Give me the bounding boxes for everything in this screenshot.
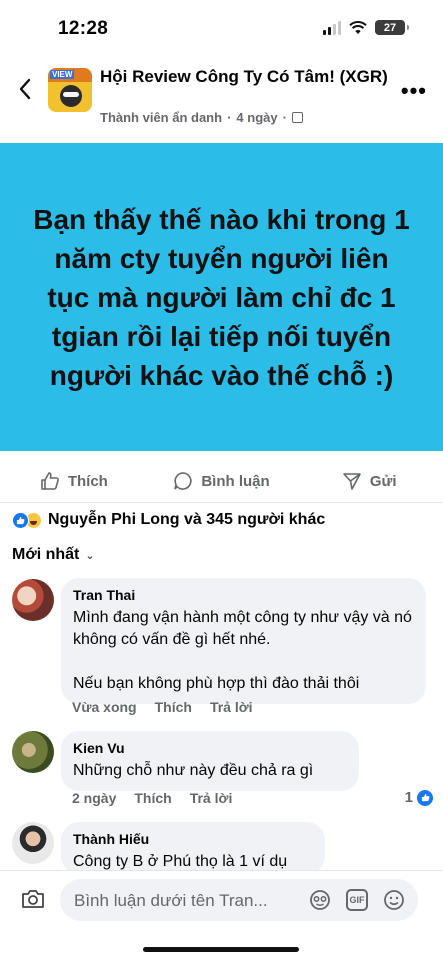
send-label: Gửi: [369, 472, 397, 490]
comment-like-count[interactable]: 1: [405, 789, 433, 806]
group-logo-tag: VIEW: [50, 70, 75, 79]
avatar[interactable]: [12, 731, 54, 773]
comment-like-button[interactable]: Thích: [134, 790, 171, 806]
sort-label: Mới nhất: [12, 546, 80, 563]
chevron-left-icon: [19, 78, 31, 100]
post-author[interactable]: Thành viên ẩn danh: [100, 110, 222, 125]
comment-button[interactable]: Bình luận: [148, 462, 296, 500]
comment-sort-dropdown[interactable]: Mới nhất ⌄: [12, 546, 95, 564]
incognito-icon: [60, 85, 82, 107]
cellular-signal-icon: [323, 20, 341, 35]
comment-text: Mình đang vận hành một công ty như vậy v…: [73, 609, 412, 692]
avatar-sticker-icon[interactable]: [308, 888, 332, 912]
emoji-icon[interactable]: [382, 888, 406, 912]
wifi-icon: [349, 20, 367, 34]
post-age[interactable]: 4 ngày: [236, 110, 277, 125]
battery-icon: 27: [375, 20, 409, 35]
home-indicator[interactable]: [143, 947, 299, 952]
comment-like-button[interactable]: Thích: [155, 699, 192, 715]
comment-actions: 2 ngày Thích Trả lời: [72, 790, 232, 806]
comment-actions: Vừa xong Thích Trả lời: [72, 699, 253, 715]
comment-label: Bình luận: [201, 472, 270, 490]
comment-bubble: Tran Thai Mình đang vận hành một công ty…: [61, 578, 426, 704]
comment-time: Vừa xong: [72, 699, 137, 715]
group-avatar[interactable]: VIEW: [48, 68, 92, 112]
post-text: Bạn thấy thế nào khi trong 1 năm cty tuy…: [33, 203, 410, 391]
send-icon: [343, 473, 361, 490]
meta-separator: ·: [227, 110, 232, 125]
back-button[interactable]: [14, 74, 36, 104]
comment-author[interactable]: Thành Hiếu: [73, 831, 313, 847]
comment-reply-button[interactable]: Trả lời: [190, 790, 233, 806]
more-options-button[interactable]: •••: [401, 78, 427, 104]
thumbs-up-icon: [41, 472, 59, 490]
camera-button[interactable]: [20, 887, 46, 916]
comment-text: Những chỗ như này đều chả ra gì: [73, 762, 314, 779]
avatar[interactable]: [12, 822, 54, 864]
comment-bubble-icon: [174, 472, 192, 490]
post-actions: Thích Bình luận Gửi: [0, 462, 443, 500]
like-button[interactable]: Thích: [0, 462, 148, 500]
chevron-down-icon: ⌄: [85, 549, 95, 562]
like-reaction-icon: [12, 511, 29, 529]
comment-reply-button[interactable]: Trả lời: [210, 699, 253, 715]
comment-composer: Bình luận dưới tên Tran... GIF: [0, 870, 443, 928]
send-button[interactable]: Gửi: [295, 462, 443, 500]
avatar[interactable]: [12, 579, 54, 621]
like-label: Thích: [67, 472, 108, 490]
comment-input[interactable]: Bình luận dưới tên Tran... GIF: [60, 879, 418, 921]
status-time: 12:28: [58, 18, 109, 39]
reactions-summary[interactable]: Nguyễn Phi Long và 345 người khác: [12, 511, 325, 529]
reactions-text: Nguyễn Phi Long và 345 người khác: [48, 511, 326, 528]
status-icons: 27: [323, 20, 409, 35]
divider: [0, 502, 443, 503]
meta-separator: ·: [282, 110, 287, 125]
camera-icon: [22, 890, 44, 908]
group-name[interactable]: Hội Review Công Ty Có Tâm! (XGR): [100, 66, 390, 88]
status-bar: 12:28 27: [0, 0, 443, 58]
gif-icon[interactable]: GIF: [346, 889, 368, 911]
post-meta: Thành viên ẩn danh · 4 ngày ·: [100, 110, 303, 125]
comment-bubble: Thành Hiếu Công ty B ở Phú thọ là 1 ví d…: [61, 822, 325, 874]
comment-author[interactable]: Kien Vu: [73, 740, 347, 756]
comment-like-number: 1: [404, 789, 413, 806]
group-privacy-icon: [291, 112, 303, 123]
comment-bubble: Kien Vu Những chỗ như này đều chả ra gì: [61, 731, 359, 791]
comment-input-placeholder: Bình luận dưới tên Tran...: [74, 891, 268, 910]
like-reaction-icon: [417, 789, 433, 806]
comment-author[interactable]: Tran Thai: [73, 587, 414, 603]
comment-time: 2 ngày: [72, 790, 117, 806]
post-header: VIEW Hội Review Công Ty Có Tâm! (XGR) Th…: [0, 58, 443, 138]
post-background-text: Bạn thấy thế nào khi trong 1 năm cty tuy…: [0, 143, 443, 451]
